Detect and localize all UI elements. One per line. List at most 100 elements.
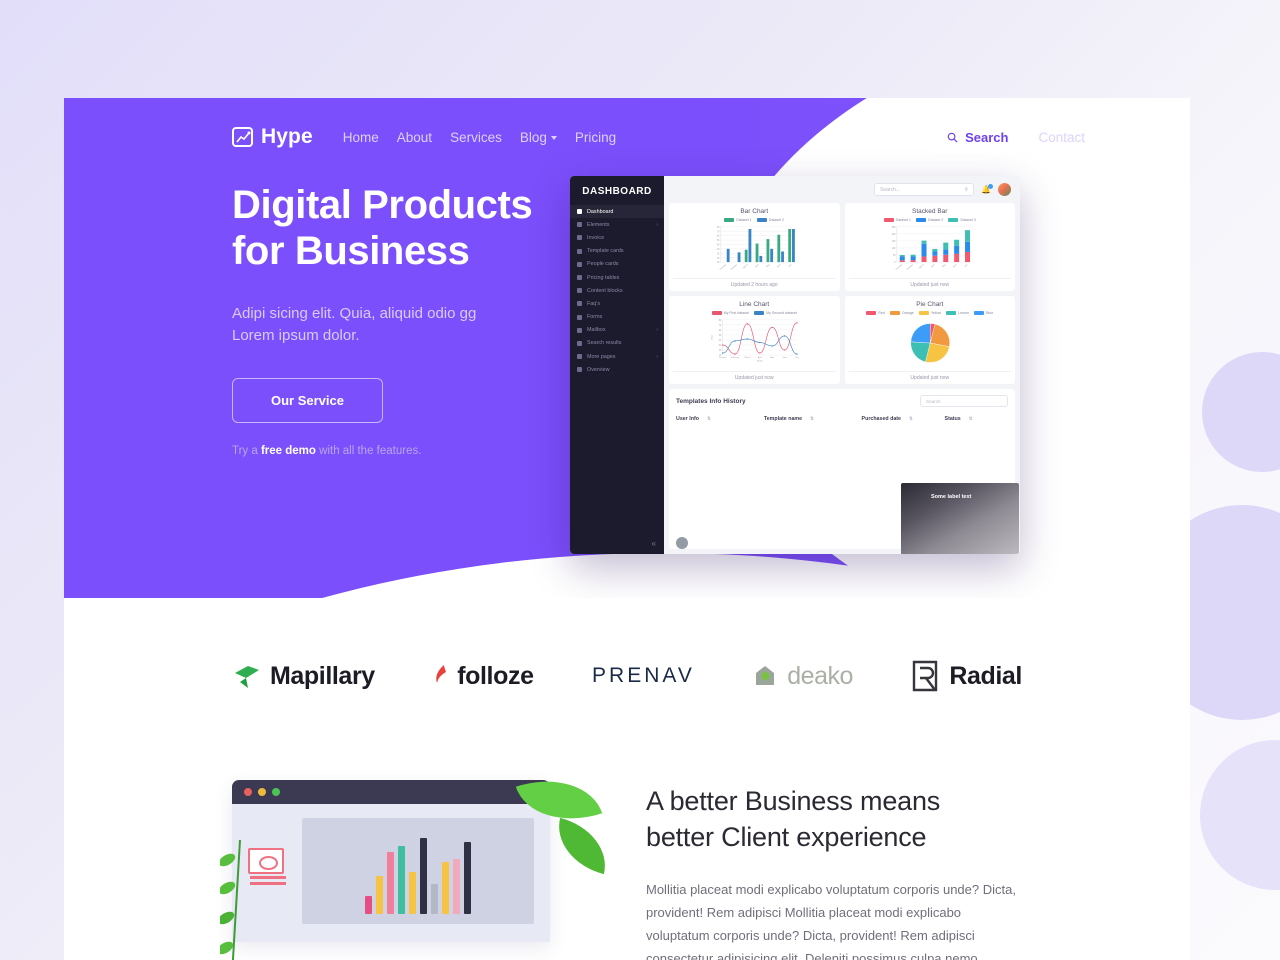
svg-text:70: 70	[717, 231, 720, 233]
pie-chart-footer: Updated just now	[848, 371, 1011, 381]
svg-text:July: July	[788, 263, 793, 268]
table-search-input[interactable]: Search	[920, 395, 1008, 407]
sidebar-item-overview[interactable]: Overview	[570, 363, 664, 376]
nav-link-about[interactable]: About	[397, 130, 432, 145]
svg-text:April: April	[755, 263, 760, 268]
nav-link-blog[interactable]: Blog	[520, 130, 557, 145]
sidebar-item-invoice[interactable]: Invoice	[570, 231, 664, 244]
money-icon-wrap	[248, 818, 286, 942]
stacked-bar-plot: 0 50 100 150 200 250 February February March Apri…	[849, 224, 1012, 276]
line-chart-card: Line Chart My First dataset My Second dat…	[669, 296, 840, 384]
mockup-sidebar-items: Dashboard Elements › Invoice Template cards P…	[570, 205, 664, 376]
svg-text:January: January	[719, 357, 727, 359]
free-demo-link[interactable]: free demo	[261, 445, 316, 457]
illustration-bar	[453, 859, 460, 914]
illustration-bar	[420, 838, 427, 914]
feature-illustration	[220, 763, 615, 960]
menu-icon	[577, 235, 582, 241]
svg-text:July: July	[795, 357, 800, 359]
nav-link-pricing[interactable]: Pricing	[575, 130, 616, 145]
sidebar-item-content-blocks[interactable]: Content blocks	[570, 284, 664, 297]
logo-radial: Radial	[911, 660, 1022, 692]
stacked-bar-footer: Updated just now	[848, 278, 1011, 288]
table-column-header[interactable]: Status ⇅	[945, 416, 1008, 422]
column-label: Template name	[763, 416, 803, 422]
bell-icon[interactable]: 🔔	[981, 184, 993, 194]
hero-section: Hype Home About Services Blog Pricing Se…	[64, 98, 1190, 598]
table-column-header[interactable]: User Info ⇅	[676, 416, 764, 422]
stacked-bar-legend: Dataset 1 Dataset 2 Dataset 3	[849, 218, 1012, 222]
table-header-row: Templates Info History Search	[676, 395, 1008, 407]
nav-label: Blog	[519, 129, 547, 145]
logo-label: Radial	[949, 661, 1022, 690]
legend-swatch	[883, 218, 894, 222]
pie-chart-plot	[849, 317, 1012, 369]
navbar-right: Search Contact	[931, 120, 1085, 154]
page-frame: Hype Home About Services Blog Pricing Se…	[64, 98, 1190, 960]
mockup-sidebar: DASHBOARD Dashboard Elements › Invoice Templ…	[570, 176, 664, 554]
legend-swatch	[974, 311, 985, 315]
table-row[interactable]	[676, 537, 688, 549]
legend-swatch	[889, 311, 900, 315]
legend-entry: Orange	[889, 311, 914, 315]
sidebar-item-template-cards[interactable]: Template cards	[570, 245, 664, 258]
mockup-search-input[interactable]: Search... ⚲	[874, 183, 975, 196]
legend-label: Dataset 3	[960, 218, 976, 222]
svg-text:10: 10	[717, 262, 720, 264]
decorative-circle-3	[1200, 740, 1280, 890]
deako-house-icon	[756, 666, 775, 685]
mockup-search-placeholder: Search...	[880, 186, 901, 193]
sidebar-item-more-pages[interactable]: More pages ›	[570, 350, 664, 363]
illustration-bar	[442, 862, 449, 914]
sidebar-item-label: Elements	[587, 221, 610, 228]
svg-text:February: February	[720, 263, 728, 271]
decorative-circle-1	[1202, 352, 1280, 472]
sidebar-item-elements[interactable]: Elements ›	[570, 218, 664, 231]
avatar[interactable]	[998, 183, 1011, 196]
svg-text:February: February	[730, 263, 738, 271]
illustration-bar	[376, 876, 383, 914]
browser-titlebar	[232, 780, 550, 804]
feature-title: A better Business means better Client ex…	[646, 784, 1022, 855]
our-service-button[interactable]: Our Service	[232, 378, 383, 424]
legend-swatch	[948, 218, 959, 222]
collapse-sidebar-icon[interactable]: «	[652, 539, 656, 548]
nav-label: About	[396, 129, 433, 145]
leaf-decoration-2	[549, 817, 615, 875]
legend-label: Dataset 1	[736, 218, 752, 222]
nav-link-contact[interactable]: Contact	[1038, 130, 1085, 145]
sidebar-item-faq-s[interactable]: Faq's	[570, 297, 664, 310]
nav-link-services[interactable]: Services	[450, 130, 502, 145]
menu-icon	[577, 367, 582, 373]
sidebar-item-dashboard[interactable]: Dashboard	[570, 205, 664, 219]
feature-title-line2: better Client experience	[646, 821, 927, 852]
menu-icon	[577, 261, 582, 267]
note-suffix: with all the features.	[315, 445, 422, 458]
legend-swatch	[866, 311, 877, 315]
table-column-header[interactable]: Purchased date ⇅	[862, 416, 945, 422]
sidebar-item-mailbox[interactable]: Mailbox ›	[570, 324, 664, 337]
sidebar-item-forms[interactable]: Forms	[570, 311, 664, 324]
search-button-label: Search	[965, 129, 1009, 145]
sidebar-item-pricing-tables[interactable]: Pricing tables	[570, 271, 664, 284]
brand-logo[interactable]: Hype	[232, 125, 313, 149]
nav-link-home[interactable]: Home	[343, 130, 379, 145]
svg-text:40: 40	[717, 245, 720, 247]
svg-text:150: 150	[891, 241, 895, 243]
legend-swatch	[918, 311, 929, 315]
sidebar-item-people-cards[interactable]: People cards	[570, 258, 664, 271]
mockup-topbar: Search... ⚲ 🔔	[669, 181, 1015, 198]
legend-label: Dataset 1	[895, 218, 912, 222]
chart-line-icon	[232, 127, 253, 147]
svg-text:March: March	[745, 357, 751, 359]
legend-swatch	[724, 218, 735, 222]
radial-r-icon	[913, 660, 938, 692]
legend-label: My First dataset	[723, 311, 750, 315]
stacked-bar-title: Stacked Bar	[912, 208, 948, 215]
legend-swatch	[916, 218, 927, 222]
sidebar-item-search-results[interactable]: Search results	[570, 337, 664, 350]
hero-copy: Digital Products for Business Adipi sici…	[232, 176, 562, 457]
table-column-header[interactable]: Template name ⇅	[764, 416, 862, 422]
svg-text:40: 40	[719, 340, 722, 342]
search-button[interactable]: Search	[931, 120, 1025, 154]
